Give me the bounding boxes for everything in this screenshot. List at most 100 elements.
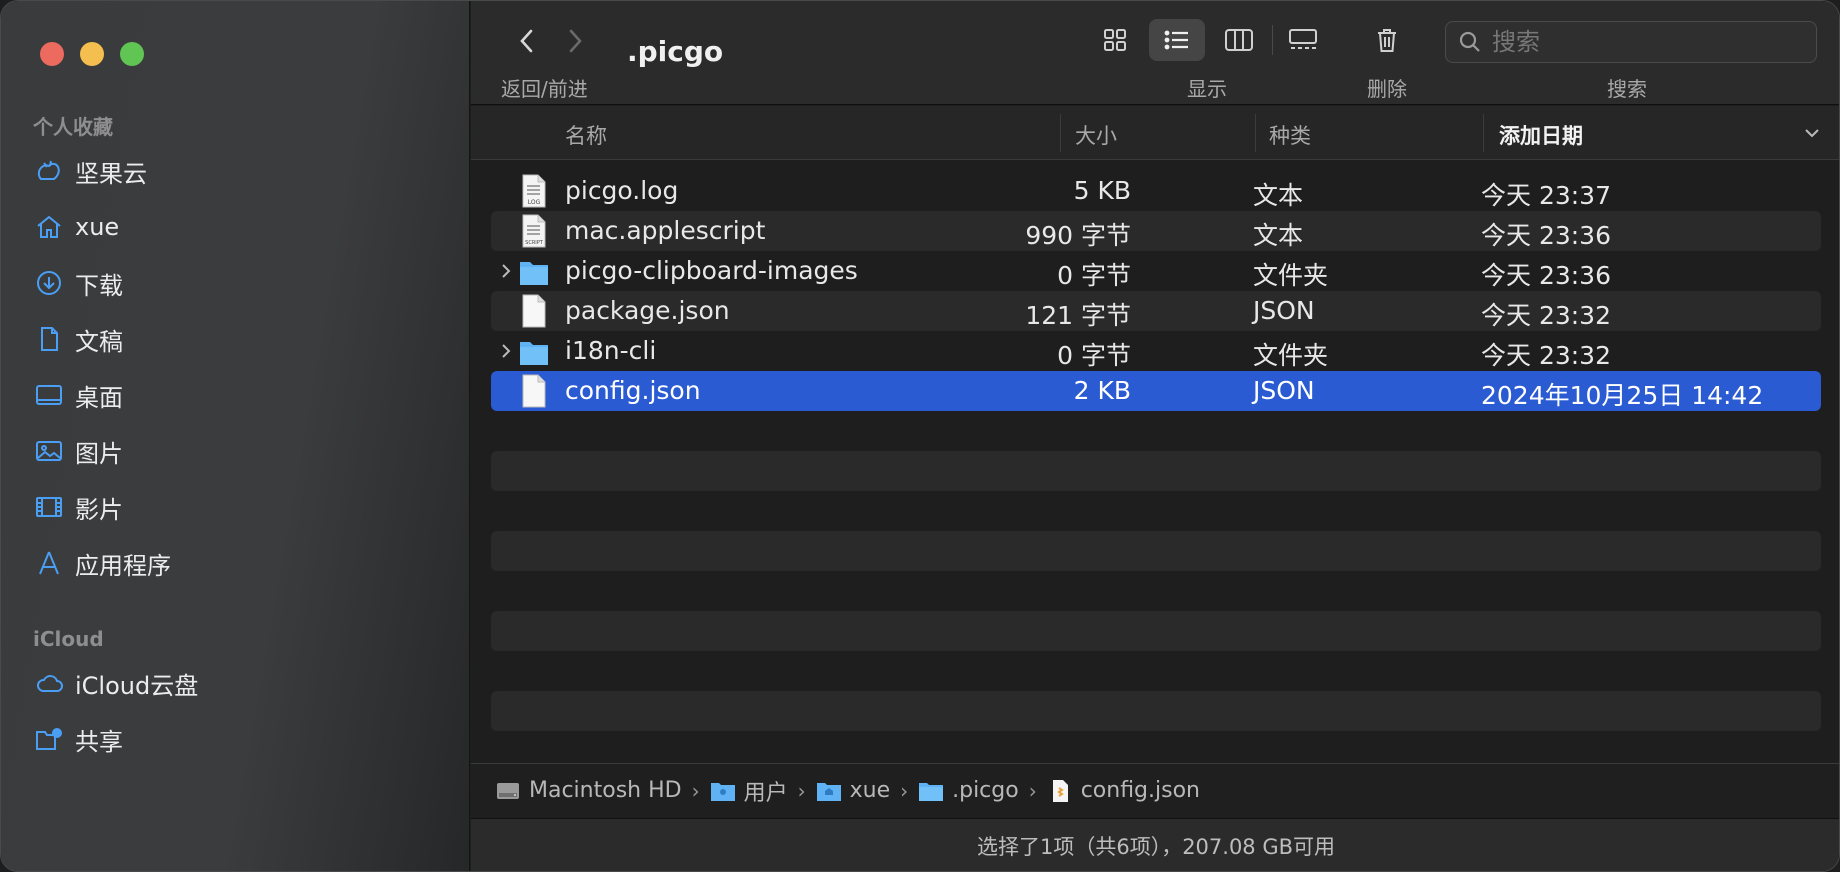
- grid-icon: [1104, 29, 1126, 51]
- file-date: 今天 23:32: [1481, 341, 1611, 370]
- folder-icon: [919, 782, 944, 801]
- file-size: 2 KB: [1073, 376, 1131, 405]
- path-crumb-config[interactable]: config.json: [1047, 778, 1200, 803]
- photo-icon: [33, 435, 65, 467]
- delete-label: 删除: [1367, 77, 1407, 101]
- toolbar: 返回/前进 .picgo 显示 删除 搜索 搜索: [471, 1, 1839, 105]
- file-date: 今天 23:36: [1481, 221, 1611, 250]
- gallery-icon: [1289, 29, 1317, 49]
- gallery-view-button[interactable]: [1275, 19, 1331, 61]
- search-label: 搜索: [1607, 77, 1647, 101]
- column-divider[interactable]: [1060, 114, 1061, 152]
- file-date: 今天 23:36: [1481, 261, 1611, 290]
- disk-icon: [497, 782, 519, 799]
- sidebar: 个人收藏 坚果云 xue 下载 文稿 桌面 图片 影片 应用程序 iCloud …: [1, 1, 470, 871]
- disclosure-triangle-icon[interactable]: [499, 341, 513, 361]
- view-label: 显示: [1187, 77, 1227, 101]
- column-divider[interactable]: [1483, 114, 1484, 152]
- sidebar-item-home[interactable]: xue: [33, 205, 453, 249]
- sidebar-item-label: 文稿: [75, 327, 123, 356]
- sidebar-item-label: 应用程序: [75, 551, 171, 580]
- forward-button[interactable]: [557, 23, 593, 59]
- sidebar-item-documents[interactable]: 文稿: [33, 317, 453, 361]
- window-title: .picgo: [627, 35, 724, 68]
- sidebar-item-jianguoyun[interactable]: 坚果云: [33, 149, 453, 193]
- document-icon: [33, 323, 65, 355]
- close-window-button[interactable]: [40, 42, 64, 66]
- file-row[interactable]: LOG picgo.log 5 KB 文本 今天 23:37: [491, 171, 1821, 211]
- crumb-label: xue: [849, 778, 891, 803]
- toolbar-separator: [1272, 25, 1273, 55]
- zoom-window-button[interactable]: [120, 42, 144, 66]
- desktop-icon: [33, 379, 65, 411]
- sidebar-item-label: 桌面: [75, 383, 123, 412]
- columns-icon: [1225, 29, 1253, 51]
- search-input[interactable]: [1492, 28, 1792, 56]
- file-size: 121 字节: [1025, 301, 1131, 330]
- sidebar-item-label: xue: [75, 213, 120, 241]
- file-row[interactable]: picgo-clipboard-images 0 字节 文件夹 今天 23:36: [491, 251, 1821, 291]
- crumb-label: .picgo: [952, 778, 1019, 803]
- log-file-icon: LOG: [522, 174, 546, 208]
- sort-chevron-down-icon[interactable]: [1803, 124, 1821, 142]
- sidebar-item-icloud-drive[interactable]: iCloud云盘: [33, 661, 453, 705]
- chevron-right-icon: [569, 29, 582, 53]
- path-crumb-disk[interactable]: Macintosh HD: [495, 778, 682, 803]
- users-folder-icon: [710, 782, 735, 801]
- file-kind: 文件夹: [1253, 261, 1329, 290]
- column-header-kind[interactable]: 种类: [1269, 120, 1311, 150]
- chevron-right-icon: ›: [797, 778, 806, 803]
- file-size: 0 字节: [1057, 261, 1131, 290]
- sidebar-item-downloads[interactable]: 下载: [33, 261, 453, 305]
- search-field[interactable]: [1445, 21, 1817, 63]
- empty-row: [491, 611, 1821, 651]
- film-icon: [33, 491, 65, 523]
- crumb-label: 用户: [743, 780, 788, 806]
- chevron-left-icon: [520, 29, 533, 53]
- file-row[interactable]: package.json 121 字节 JSON 今天 23:32: [491, 291, 1821, 331]
- chevron-right-icon: ›: [900, 778, 909, 803]
- sidebar-item-label: 影片: [75, 495, 123, 524]
- file-kind: JSON: [1253, 376, 1315, 405]
- json-file-icon: [522, 374, 546, 408]
- sidebar-item-movies[interactable]: 影片: [33, 485, 453, 529]
- json-file-icon: [1052, 779, 1068, 802]
- file-kind: 文本: [1253, 181, 1304, 210]
- column-view-button[interactable]: [1211, 19, 1267, 61]
- file-row-selected[interactable]: config.json 2 KB JSON 2024年10月25日 14:42: [491, 371, 1821, 411]
- sidebar-item-pictures[interactable]: 图片: [33, 429, 453, 473]
- sidebar-item-desktop[interactable]: 桌面: [33, 373, 453, 417]
- column-divider[interactable]: [1255, 114, 1256, 152]
- file-name: i18n-cli: [565, 336, 657, 365]
- file-name: config.json: [565, 376, 701, 405]
- path-crumb-users[interactable]: 用户: [710, 775, 788, 807]
- back-button[interactable]: [509, 23, 545, 59]
- list-view-button[interactable]: [1149, 19, 1205, 61]
- trash-icon: [1378, 29, 1396, 52]
- column-header-date-added[interactable]: 添加日期: [1499, 120, 1583, 150]
- file-size: 990 字节: [1025, 221, 1131, 250]
- icon-view-button[interactable]: [1087, 19, 1143, 61]
- file-row[interactable]: SCRIPT mac.applescript 990 字节 文本 今天 23:3…: [491, 211, 1821, 251]
- sidebar-item-shared[interactable]: 共享: [33, 717, 453, 761]
- path-crumb-picgo[interactable]: .picgo: [918, 778, 1019, 803]
- list-icon: [1164, 30, 1188, 50]
- minimize-window-button[interactable]: [80, 42, 104, 66]
- sidebar-item-label: iCloud云盘: [75, 671, 199, 700]
- file-name: picgo.log: [565, 176, 679, 205]
- folder-icon: [520, 342, 548, 365]
- column-header-size[interactable]: 大小: [1075, 120, 1117, 150]
- file-row[interactable]: i18n-cli 0 字节 文件夹 今天 23:32: [491, 331, 1821, 371]
- favorites-section-title: 个人收藏: [33, 115, 113, 139]
- column-header-row: 名称 大小 种类 添加日期: [471, 106, 1839, 160]
- shared-folder-icon: [33, 723, 65, 755]
- empty-row: [491, 531, 1821, 571]
- path-crumb-home[interactable]: xue: [816, 778, 891, 803]
- file-date: 今天 23:32: [1481, 301, 1611, 330]
- sidebar-item-applications[interactable]: 应用程序: [33, 541, 453, 585]
- file-date: 2024年10月25日 14:42: [1481, 381, 1764, 410]
- cloud-icon: [33, 667, 65, 699]
- delete-button[interactable]: [1359, 19, 1415, 61]
- disclosure-triangle-icon[interactable]: [499, 261, 513, 281]
- column-header-name[interactable]: 名称: [565, 120, 607, 150]
